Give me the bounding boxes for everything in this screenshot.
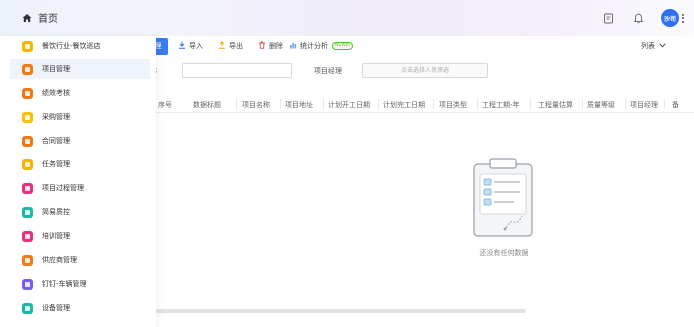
sidebar-item-label: 项目过程管理 xyxy=(42,184,84,192)
sidebar-menu: 餐饮行业-餐饮巡店 项目管理 绩效考核 采购管理 合同管理 任务管理 项目过程管… xyxy=(0,36,156,327)
column-header[interactable]: 工程量估算 xyxy=(538,100,580,110)
import-icon xyxy=(178,41,186,51)
user-avatar[interactable]: 沙司 xyxy=(661,9,679,27)
sidebar-item-project-management[interactable]: 项目管理 xyxy=(10,59,150,79)
sidebar-item-training[interactable]: 培训管理 xyxy=(10,226,150,246)
home-label: 首页 xyxy=(38,14,58,25)
column-divider xyxy=(280,99,281,109)
empty-state-text: 还没有任何数据 xyxy=(479,249,529,257)
column-header[interactable]: 序号 xyxy=(158,100,172,110)
bell-icon[interactable] xyxy=(631,11,645,25)
sidebar-item-project-process[interactable]: 项目过程管理 xyxy=(10,178,150,198)
column-header[interactable]: 备 xyxy=(672,100,692,110)
home-link[interactable]: 首页 xyxy=(22,10,58,25)
app-icon xyxy=(22,254,33,266)
import-button[interactable]: 导入 xyxy=(178,41,203,51)
column-header[interactable]: 计划完工日期 xyxy=(383,100,431,110)
column-header[interactable]: 项目经理 xyxy=(630,100,662,110)
calendar-icon[interactable] xyxy=(601,11,615,25)
sidebar-item-catering-inspection[interactable]: 餐饮行业-餐饮巡店 xyxy=(10,36,150,56)
stats-label: 统计分析 xyxy=(300,42,328,50)
sidebar-item-equipment[interactable]: 设备管理 xyxy=(10,298,150,318)
empty-clipboard-icon xyxy=(470,158,536,240)
app-icon xyxy=(22,135,33,147)
app-icon xyxy=(22,87,33,99)
export-icon xyxy=(218,41,226,51)
column-divider xyxy=(236,99,237,109)
column-header[interactable]: 计划开工日期 xyxy=(328,100,376,110)
manager-filter-label: 项目经理 xyxy=(314,67,342,75)
column-divider xyxy=(477,99,478,109)
chevron-down-icon xyxy=(659,42,666,50)
person-select[interactable]: 点击选择人员添选 xyxy=(362,63,488,78)
sidebar-item-quality-control[interactable]: 简易质控 xyxy=(10,202,150,222)
sidebar-item-label: 培训管理 xyxy=(42,232,70,240)
app-icon xyxy=(22,63,33,75)
sidebar-item-label: 采购管理 xyxy=(42,113,70,121)
import-label: 导入 xyxy=(189,42,203,50)
column-header[interactable]: 项目名称 xyxy=(242,100,278,110)
column-header[interactable]: 项目地址 xyxy=(285,100,321,110)
app-icon xyxy=(22,230,33,242)
app-icon xyxy=(22,40,33,52)
column-divider xyxy=(378,99,379,109)
sidebar-item-label: 任务管理 xyxy=(42,160,70,168)
column-divider xyxy=(625,99,626,109)
sidebar-item-tasks[interactable]: 任务管理 xyxy=(10,154,150,174)
sidebar-item-performance[interactable]: 绩效考核 xyxy=(10,83,150,103)
sidebar-item-procurement[interactable]: 采购管理 xyxy=(10,107,150,127)
app-icon xyxy=(22,302,33,314)
sidebar-item-label: 简易质控 xyxy=(42,208,70,216)
top-bar: 首页 沙司 xyxy=(0,0,694,36)
export-button[interactable]: 导出 xyxy=(218,41,243,51)
sidebar-item-label: 餐饮行业-餐饮巡店 xyxy=(42,42,101,50)
column-header[interactable]: 项目类型 xyxy=(439,100,475,110)
list-view-dropdown[interactable]: 列表 xyxy=(641,41,666,51)
sidebar-item-vehicles[interactable]: 钉钉-车辆管理 xyxy=(10,274,150,294)
more-icon[interactable] xyxy=(682,13,684,23)
sidebar-item-label: 设备管理 xyxy=(42,304,70,312)
horizontal-scrollbar[interactable] xyxy=(156,309,526,313)
app-icon xyxy=(22,111,33,123)
delete-button[interactable]: 删除 xyxy=(258,41,283,51)
list-view-label: 列表 xyxy=(641,42,655,50)
app-page: 首页 沙司 理 导入 导出 删除 统计分析 NEW新 列表 项目经理 点击选择人… xyxy=(0,0,694,327)
column-divider xyxy=(582,99,583,109)
sidebar-item-label: 项目管理 xyxy=(42,65,70,73)
sidebar-item-label: 钉钉-车辆管理 xyxy=(42,280,87,288)
column-divider xyxy=(664,99,665,109)
sidebar-item-contracts[interactable]: 合同管理 xyxy=(10,131,150,151)
chart-icon xyxy=(289,41,297,51)
delete-label: 删除 xyxy=(269,42,283,50)
name-filter-input[interactable] xyxy=(182,63,292,78)
app-icon xyxy=(22,158,33,170)
stats-button[interactable]: 统计分析 NEW新 xyxy=(289,41,354,51)
column-divider xyxy=(323,99,324,109)
column-header[interactable]: 质量等级 xyxy=(587,100,623,110)
column-divider xyxy=(530,99,531,109)
sidebar-item-label: 绩效考核 xyxy=(42,89,70,97)
trash-icon xyxy=(258,41,266,51)
sidebar-item-label: 供应商管理 xyxy=(42,256,77,264)
export-label: 导出 xyxy=(229,42,243,50)
column-header[interactable]: 数据标题 xyxy=(193,100,221,110)
column-divider xyxy=(433,99,434,109)
home-icon xyxy=(22,13,32,23)
app-icon xyxy=(22,182,33,194)
app-icon xyxy=(22,206,33,218)
new-badge: NEW新 xyxy=(332,42,354,50)
sidebar-item-suppliers[interactable]: 供应商管理 xyxy=(10,250,150,270)
column-header[interactable]: 工程工期-年 xyxy=(482,100,528,110)
sidebar-item-label: 合同管理 xyxy=(42,137,70,145)
app-icon xyxy=(22,278,33,290)
